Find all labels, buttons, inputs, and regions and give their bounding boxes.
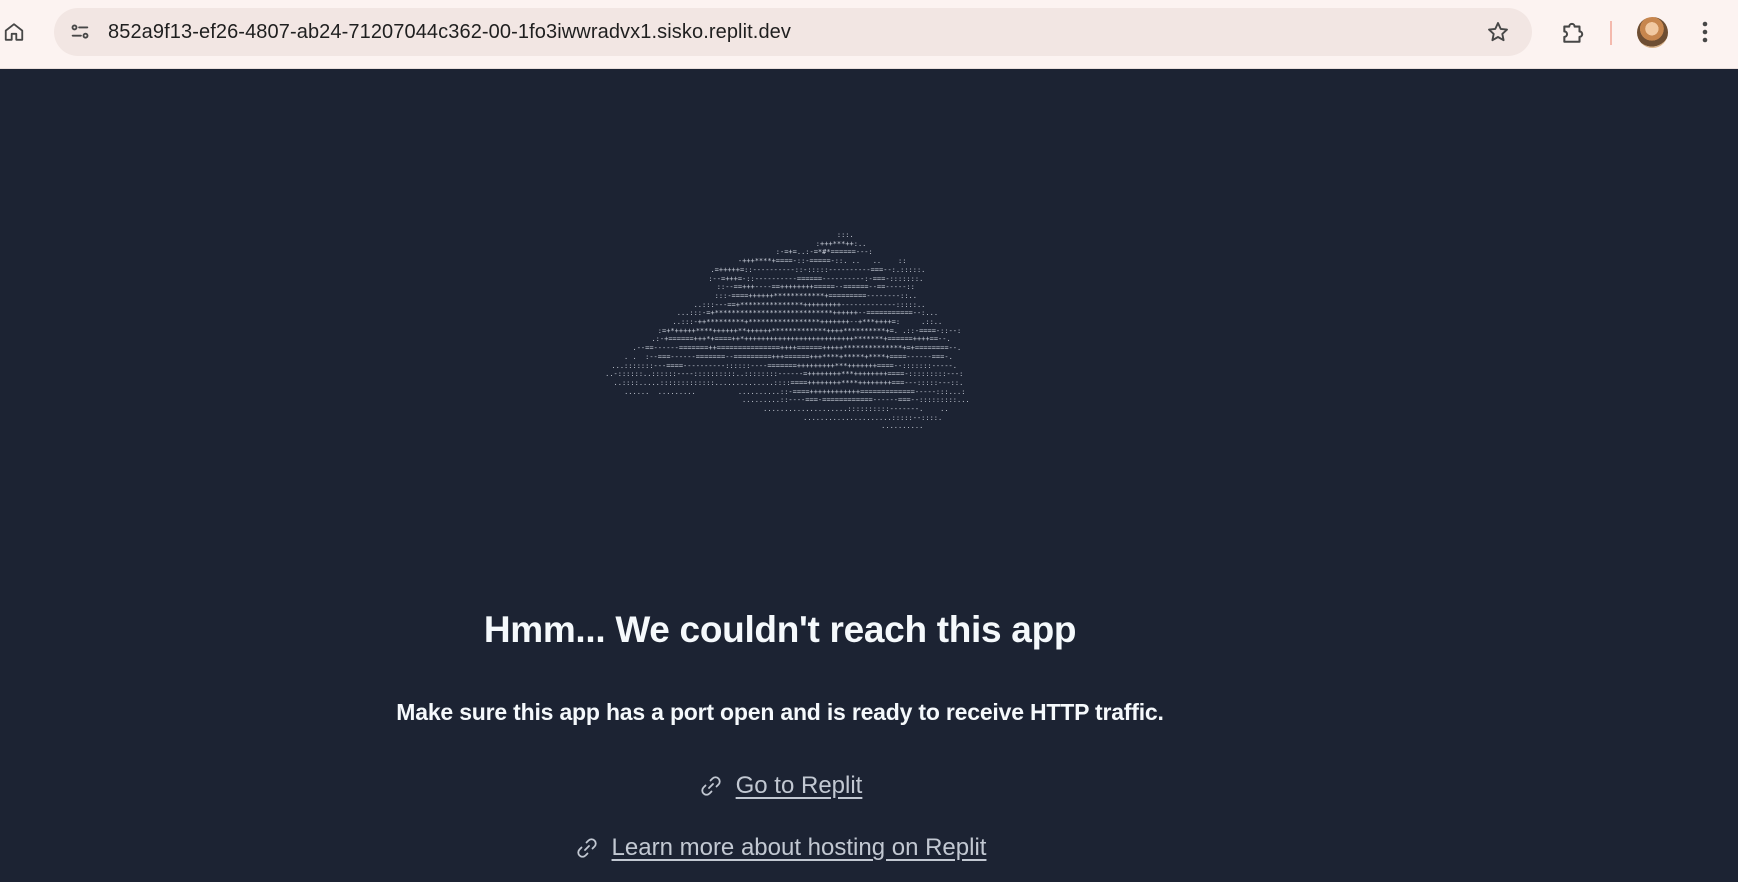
address-bar[interactable]: 852a9f13-ef26-4807-ab24-71207044c362-00-… xyxy=(54,8,1532,56)
puzzle-icon xyxy=(1563,22,1584,43)
bookmark-button[interactable] xyxy=(1484,18,1512,46)
site-info-button[interactable] xyxy=(64,16,96,48)
more-vertical-icon xyxy=(1702,21,1708,43)
error-page: :::. :+++***++:.. :-=+=..:-=*#*======---… xyxy=(0,69,1738,882)
cloud-illustration: :::. :+++***++:.. :-=+=..:-=*#*======---… xyxy=(605,231,970,431)
star-icon xyxy=(1488,22,1508,42)
avatar[interactable] xyxy=(1637,17,1668,48)
error-message: Make sure this app has a port open and i… xyxy=(396,699,1164,725)
extensions-button[interactable] xyxy=(1557,15,1589,49)
toolbar-divider xyxy=(1610,21,1612,45)
home-button[interactable] xyxy=(0,16,28,48)
error-heading: Hmm... We couldn't reach this app xyxy=(483,609,1077,650)
learn-more-hosting-link[interactable]: Learn more about hosting on Replit xyxy=(0,834,1560,862)
link-icon xyxy=(574,835,600,861)
link-icon xyxy=(698,773,724,799)
browser-toolbar: 852a9f13-ef26-4807-ab24-71207044c362-00-… xyxy=(0,0,1738,69)
learn-more-hosting-label[interactable]: Learn more about hosting on Replit xyxy=(612,834,987,862)
go-to-replit-link[interactable]: Go to Replit xyxy=(0,772,1560,800)
go-to-replit-label[interactable]: Go to Replit xyxy=(736,772,863,800)
browser-menu-button[interactable] xyxy=(1693,16,1717,48)
url-text[interactable]: 852a9f13-ef26-4807-ab24-71207044c362-00-… xyxy=(108,21,791,44)
site-info-icon xyxy=(71,24,89,39)
home-icon xyxy=(4,23,24,41)
